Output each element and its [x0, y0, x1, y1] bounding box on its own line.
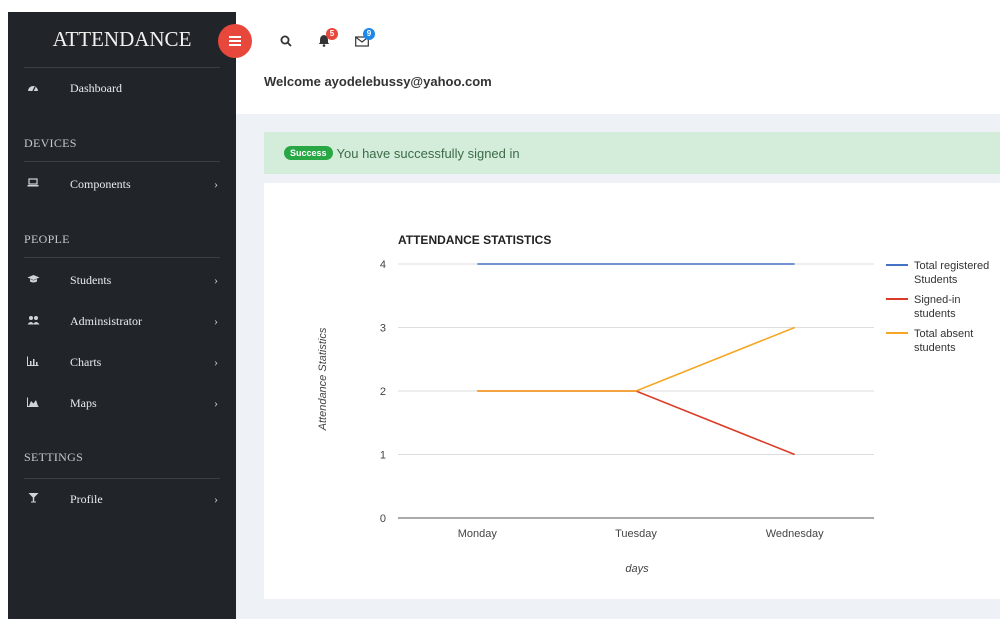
- legend-entry: Total absent students: [914, 328, 973, 354]
- series-line: [477, 326, 795, 392]
- y-tick-label: 3: [380, 323, 386, 335]
- y-tick-label: 4: [380, 259, 386, 271]
- sidebar-item-label: Components: [70, 176, 131, 191]
- brand-title[interactable]: ATTENDANCE: [24, 12, 220, 68]
- area-chart-icon: [26, 397, 40, 410]
- sidebar-item-label: Profile: [70, 491, 103, 506]
- success-badge: Success: [284, 146, 333, 160]
- alert-message: You have successfully signed in: [336, 145, 520, 161]
- welcome-bar: Welcome ayodelebussy@yahoo.com: [236, 68, 1000, 114]
- bar-chart-icon: [26, 356, 40, 369]
- sidebar: ATTENDANCE Dashboard DEVICES Components …: [8, 12, 236, 619]
- y-tick-label: 0: [380, 513, 386, 525]
- main-content: Welcome ayodelebussy@yahoo.com Success Y…: [236, 68, 1000, 619]
- sidebar-item-students[interactable]: Students ›: [8, 262, 236, 298]
- search-button[interactable]: [280, 34, 292, 52]
- sidebar-item-administrator[interactable]: Adminsistrator ›: [8, 303, 236, 339]
- legend-entry: Total registered Students: [914, 260, 989, 286]
- x-axis-label: days: [625, 563, 649, 575]
- sidebar-item-profile[interactable]: Profile ›: [8, 481, 236, 517]
- top-navbar: 5 9: [218, 12, 1000, 68]
- welcome-message: Welcome ayodelebussy@yahoo.com: [264, 74, 492, 89]
- dashboard-gauge-icon: [26, 82, 40, 95]
- legend-entry: Signed-in students: [914, 294, 960, 320]
- chevron-right-icon: ›: [214, 313, 218, 328]
- app-window: ATTENDANCE Dashboard DEVICES Components …: [0, 0, 1000, 619]
- y-tick-label: 1: [380, 450, 386, 462]
- x-tick-label: Wednesday: [766, 528, 824, 540]
- sidebar-toggle-button[interactable]: [218, 24, 252, 58]
- chart-title: ATTENDANCE STATISTICS: [398, 233, 551, 247]
- sidebar-item-components[interactable]: Components ›: [8, 166, 236, 202]
- sidebar-item-label: Dashboard: [70, 80, 122, 95]
- sidebar-item-label: Adminsistrator: [70, 313, 142, 328]
- attendance-line-chart: ATTENDANCE STATISTICS Attendance Statist…: [317, 233, 989, 575]
- chevron-right-icon: ›: [214, 395, 218, 410]
- laptop-icon: [26, 178, 40, 190]
- cocktail-glass-icon: [26, 492, 40, 506]
- chevron-right-icon: ›: [214, 272, 218, 287]
- x-tick-label: Monday: [458, 528, 498, 540]
- y-tick-label: 2: [380, 386, 386, 398]
- search-icon: [280, 35, 292, 47]
- menu-icon: [229, 36, 241, 46]
- y-axis-label: Attendance Statistics: [317, 327, 329, 431]
- messages-button[interactable]: 9: [355, 28, 375, 52]
- notifications-button[interactable]: 5: [318, 28, 338, 52]
- chevron-right-icon: ›: [214, 176, 218, 191]
- series-line: [477, 390, 795, 456]
- sidebar-item-dashboard[interactable]: Dashboard: [8, 70, 236, 106]
- users-icon: [26, 315, 40, 328]
- chevron-right-icon: ›: [214, 354, 218, 369]
- sidebar-item-label: Maps: [70, 395, 97, 410]
- message-count-badge: 9: [363, 28, 375, 40]
- section-divider: [24, 478, 220, 479]
- x-tick-label: Tuesday: [615, 528, 657, 540]
- success-alert: Success You have successfully signed in: [264, 132, 1000, 174]
- notification-count-badge: 5: [326, 28, 338, 40]
- section-heading-devices: DEVICES: [24, 136, 220, 162]
- chevron-right-icon: ›: [214, 491, 218, 506]
- sidebar-item-maps[interactable]: Maps ›: [8, 385, 236, 421]
- sidebar-item-charts[interactable]: Charts ›: [8, 344, 236, 380]
- graduation-cap-icon: [26, 274, 40, 287]
- section-heading-settings: SETTINGS: [24, 450, 84, 464]
- sidebar-item-label: Students: [70, 272, 112, 287]
- chart-card: ATTENDANCE STATISTICS Attendance Statist…: [264, 183, 1000, 599]
- sidebar-item-label: Charts: [70, 354, 102, 369]
- section-heading-people: PEOPLE: [24, 232, 220, 258]
